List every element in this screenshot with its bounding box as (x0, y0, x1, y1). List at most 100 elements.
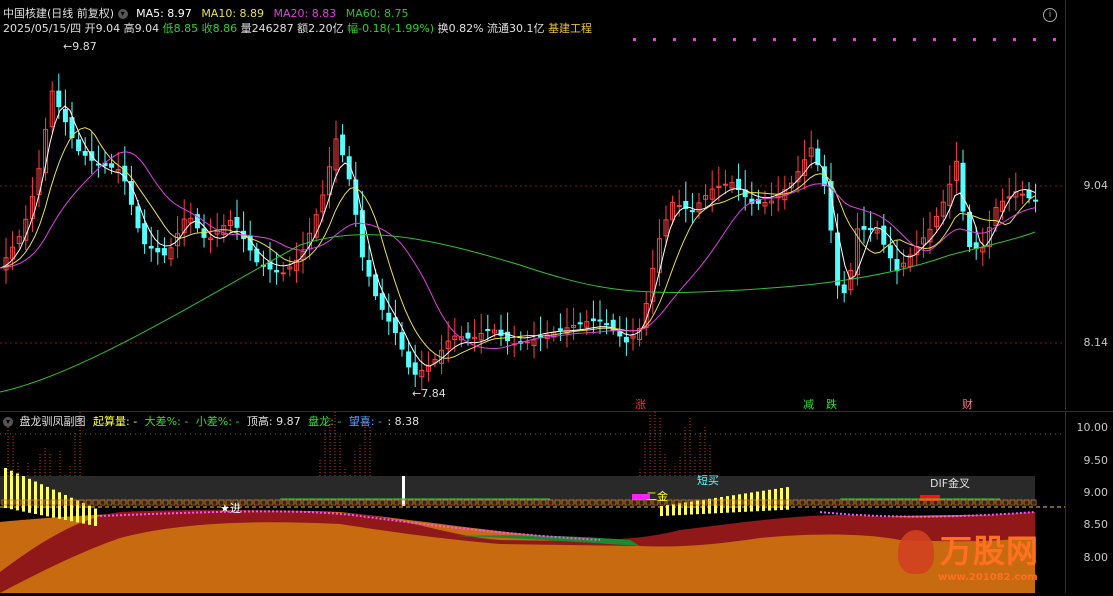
indicator-yellow-bar (702, 499, 705, 514)
indicator-yellow-bar (4, 468, 7, 508)
candle-body (736, 178, 742, 191)
candle-body (155, 247, 161, 253)
watermark-logo: 万股网 www.201082.com (896, 524, 1066, 590)
signal-cai: 财 (962, 398, 973, 411)
signal-duanmai: 短买 (697, 474, 719, 487)
price-tick-upper: 9.04 (1083, 179, 1109, 192)
ma60-line (0, 231, 1036, 393)
signal-dot (653, 38, 656, 41)
candlestick-chart[interactable] (0, 0, 1065, 410)
candle-body (142, 223, 148, 245)
signal-dot (1053, 38, 1056, 41)
ma60-label: MA60: 8.75 (345, 7, 409, 20)
quote-change: 幅-0.18(-1.99%) (347, 22, 435, 35)
candle-body (485, 328, 491, 331)
main-price-axis: 9.04 8.14 (1065, 0, 1113, 410)
candle-body (340, 134, 346, 156)
price-tick-lower: 8.14 (1083, 336, 1109, 349)
ma5-label: MA5: 8.97 (136, 7, 192, 20)
signal-dot (993, 38, 996, 41)
quote-amount: 额2.20亿 (297, 22, 344, 35)
ma20-line (0, 151, 1036, 350)
signal-dot (793, 38, 796, 41)
indicator-white-marker (402, 476, 405, 506)
indicator-tick-10: 10.00 (1076, 421, 1109, 434)
stock-title: 中国核建(日线 前复权) (3, 7, 115, 20)
ma20-label: MA20: 8.83 (273, 7, 337, 20)
main-header-row1: 中国核建(日线 前复权) ▾ MA5: 8.97 MA10: 8.89 MA20… (3, 7, 408, 20)
candle-body (359, 210, 365, 258)
ma10-label: MA10: 8.89 (201, 7, 265, 20)
candle-body (577, 322, 583, 325)
info-icon[interactable]: i (1043, 8, 1057, 22)
indicator-yellow-bar (28, 478, 31, 513)
candle-body (135, 206, 141, 229)
indicator-yellow-bar (780, 488, 783, 510)
indicator-yellow-bar (82, 503, 85, 524)
candle-body (280, 272, 286, 275)
watermark-url: www.201082.com (938, 572, 1038, 583)
signal-dot (753, 38, 756, 41)
indicator-yellow-bar (666, 505, 669, 516)
candle-body (815, 148, 821, 166)
candle-body (689, 210, 695, 213)
candle-body (56, 90, 62, 108)
settings-icon[interactable]: ▾ (117, 9, 128, 19)
indicator-yellow-bar (726, 496, 729, 513)
candle-body (82, 150, 88, 156)
signal-dot (833, 38, 836, 41)
candle-body (379, 293, 385, 310)
candle-body (505, 331, 511, 342)
candle-body (412, 362, 418, 375)
quote-date: 2025/05/15/四 (3, 22, 82, 35)
signal-dot (893, 38, 896, 41)
signal-dot (673, 38, 676, 41)
indicator-yellow-bar (52, 489, 55, 518)
indicator-settings-icon[interactable]: ▾ (3, 417, 13, 427)
candle-body (623, 336, 629, 343)
candle-body (109, 163, 115, 168)
quote-volume: 量246287 (240, 22, 294, 35)
quote-sector: 基建工程 (548, 22, 593, 35)
candle-body (861, 226, 867, 230)
signal-dot (773, 38, 776, 41)
indicator-panel[interactable]: ▾ 盘龙驯凤副图 起算量: - 大差%: - 小差%: - 顶高: 9.87 盘… (0, 401, 1066, 593)
candle-body (498, 329, 504, 336)
high-mark-label: ←9.87 (63, 40, 97, 53)
indicator-yellow-bar (58, 492, 61, 519)
signal-dot (853, 38, 856, 41)
candle-body (465, 332, 471, 339)
indicator-yellow-bar (94, 508, 97, 526)
indicator-dinggao: 顶高: 9.87 (246, 415, 301, 428)
indicator-yellow-bar (786, 487, 789, 510)
signal-dot (633, 38, 636, 41)
signal-erjin: 二金 (646, 490, 668, 503)
candle-body (161, 248, 167, 256)
signal-dot (973, 38, 976, 41)
indicator-yellow-bar (762, 490, 765, 511)
indicator-yellow-bar (22, 476, 25, 512)
indicator-yellow-bar (738, 494, 741, 513)
indicator-yellow-bar (708, 498, 711, 514)
candle-body (973, 242, 979, 249)
indicator-dacha: 大差%: - (144, 415, 189, 428)
watermark-emblem (898, 530, 934, 574)
signal-dot (1013, 38, 1016, 41)
ma10-line (0, 127, 1036, 359)
indicator-tick-8: 8.00 (1083, 551, 1109, 564)
indicator-yellow-bar (660, 506, 663, 516)
candle-body (1019, 193, 1025, 196)
indicator-yellow-bar (672, 504, 675, 516)
candle-body (1026, 189, 1032, 199)
candle-body (590, 318, 596, 322)
indicator-wangxi: 望喜: - (348, 415, 382, 428)
candle-body (887, 245, 893, 259)
main-chart-panel[interactable]: 中国核建(日线 前复权) ▾ MA5: 8.97 MA10: 8.89 MA20… (0, 0, 1065, 411)
indicator-yellow-bar (70, 497, 73, 522)
candle-body (835, 232, 841, 286)
signal-star-entry: ★进 (220, 502, 241, 515)
signal-dot (1033, 38, 1036, 41)
quote-close: 收8.86 (201, 22, 238, 35)
indicator-yellow-bar (756, 491, 759, 512)
candle-body (399, 332, 405, 350)
